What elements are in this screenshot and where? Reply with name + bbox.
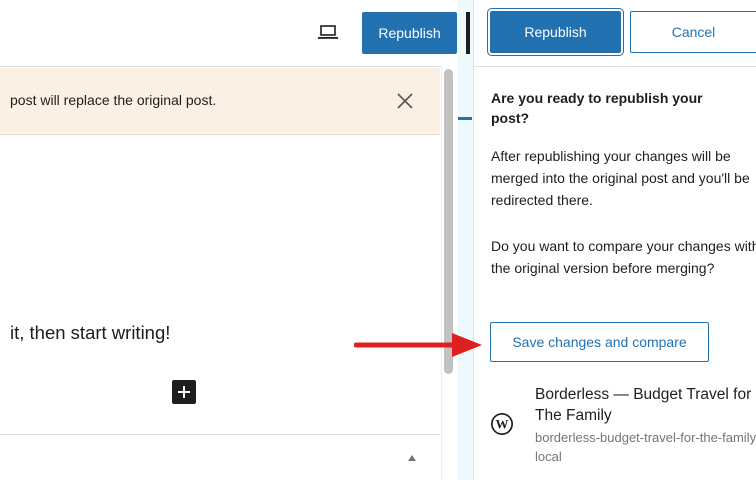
- svg-text:W: W: [496, 417, 509, 432]
- active-indicator: [458, 117, 472, 120]
- notice-banner: post will replace the original post.: [0, 68, 440, 135]
- republish-button-toolbar[interactable]: Republish: [362, 12, 457, 54]
- republish-button[interactable]: Republish: [490, 11, 621, 53]
- site-title: Borderless — Budget Travel for The Famil…: [535, 386, 752, 424]
- panel-divider: [0, 434, 440, 435]
- republish-heading: Are you ready to republish your post?: [491, 90, 703, 126]
- add-block-button[interactable]: [172, 380, 196, 404]
- save-changes-compare-button[interactable]: Save changes and compare: [490, 322, 709, 362]
- cancel-button[interactable]: Cancel: [630, 11, 756, 53]
- republish-description: After republishing your changes will be …: [491, 148, 750, 208]
- close-icon[interactable]: [397, 93, 413, 109]
- plus-icon: [178, 386, 190, 398]
- compare-question: Do you want to compare your changes with…: [491, 238, 756, 276]
- wordpress-icon: W: [491, 413, 513, 435]
- laptop-icon[interactable]: [318, 24, 338, 40]
- notice-text: post will replace the original post.: [10, 92, 217, 108]
- annotation-arrow-icon: [354, 333, 482, 357]
- scrollbar-thumb[interactable]: [444, 69, 453, 374]
- editor-placeholder-text[interactable]: it, then start writing!: [10, 322, 170, 344]
- site-url: borderless-budget-travel-for-the-family.…: [535, 430, 756, 464]
- toolbar-separator: [466, 12, 470, 54]
- scroll-up-arrow-icon[interactable]: [408, 455, 416, 461]
- editor-top-toolbar: Republish: [0, 0, 458, 67]
- sidebar-header-divider: [473, 66, 756, 67]
